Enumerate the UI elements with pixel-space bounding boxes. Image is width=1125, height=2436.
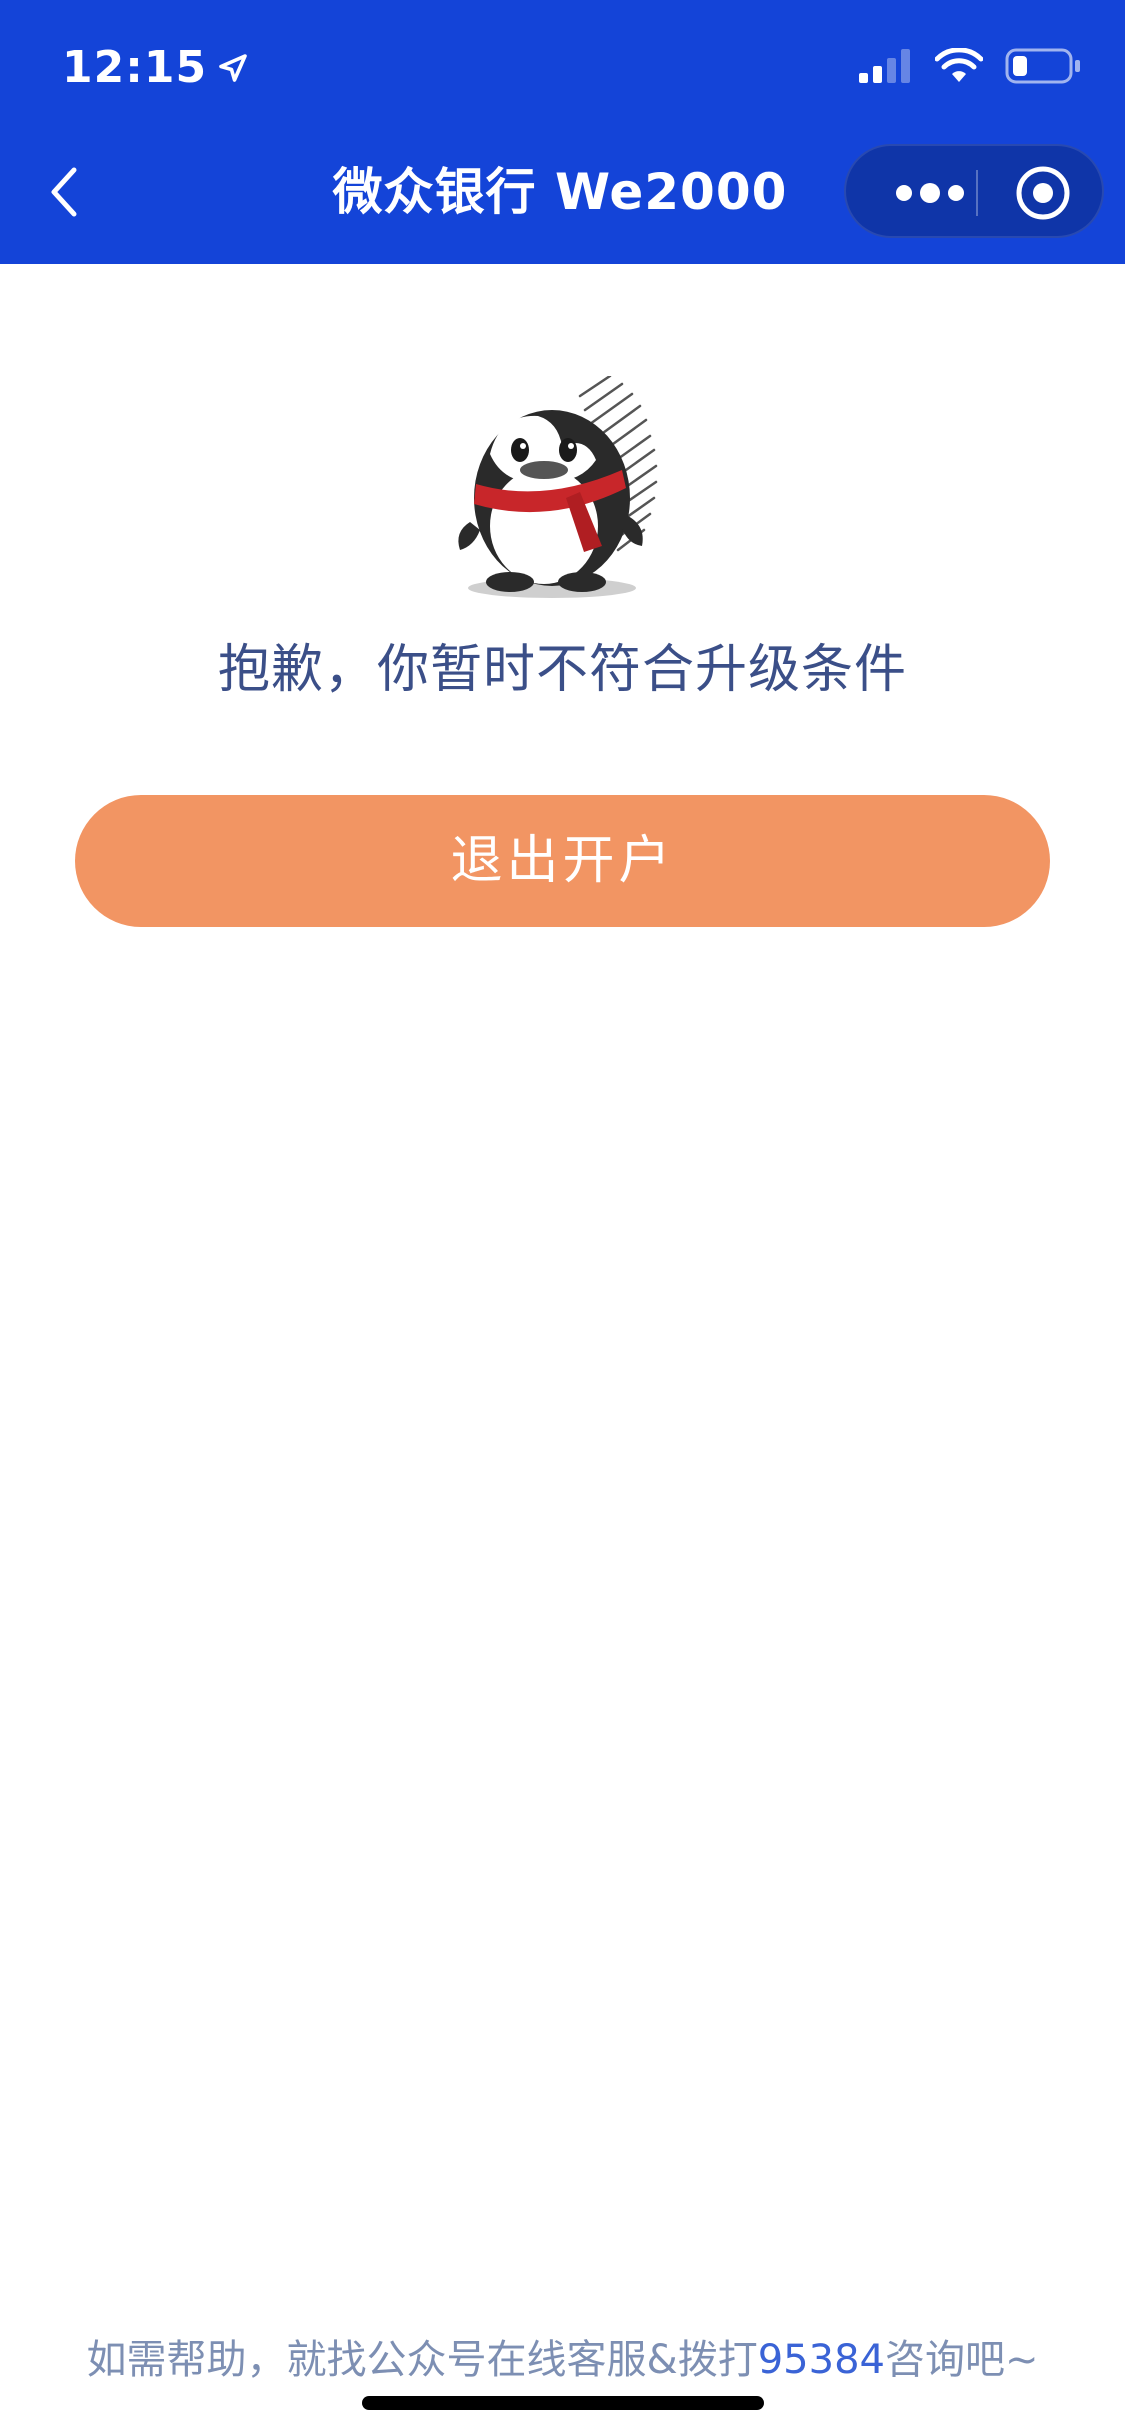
- page-title: 微众银行 We2000: [332, 163, 788, 221]
- cellular-signal-icon: [859, 49, 910, 83]
- location-arrow-icon: [219, 54, 247, 82]
- battery-icon: [1005, 48, 1080, 84]
- penguin-mascot-icon: [458, 376, 658, 598]
- help-prefix-text: 如需帮助，就找公众号在线客服&拨打: [86, 2337, 758, 2383]
- status-bar-time: 12:15: [62, 38, 251, 98]
- capsule-divider: [976, 170, 978, 216]
- mini-program-capsule: [844, 144, 1104, 238]
- target-circle-icon[interactable]: [1014, 164, 1072, 222]
- status-time-text: 12:15: [62, 42, 208, 93]
- error-message: 抱歉，你暂时不符合升级条件: [217, 640, 907, 700]
- status-bar-indicators: [859, 48, 1081, 84]
- more-dots-icon[interactable]: [882, 168, 978, 218]
- home-indicator[interactable]: [362, 2396, 764, 2410]
- exit-account-opening-button[interactable]: 退出开户: [75, 795, 1050, 927]
- page: 12:15 微众银行 We2000 抱歉，你暂时不符合升级条件 退出开户 如需帮…: [0, 0, 1125, 2436]
- help-phone-link[interactable]: 95384: [758, 2337, 885, 2383]
- chevron-left-icon[interactable]: [38, 156, 90, 228]
- help-suffix-text: 咨询吧~: [884, 2337, 1039, 2383]
- app-header: 12:15 微众银行 We2000: [0, 0, 1125, 264]
- footer-help-text: 如需帮助，就找公众号在线客服&拨打95384咨询吧~: [0, 2330, 1125, 2390]
- wifi-icon: [935, 48, 983, 82]
